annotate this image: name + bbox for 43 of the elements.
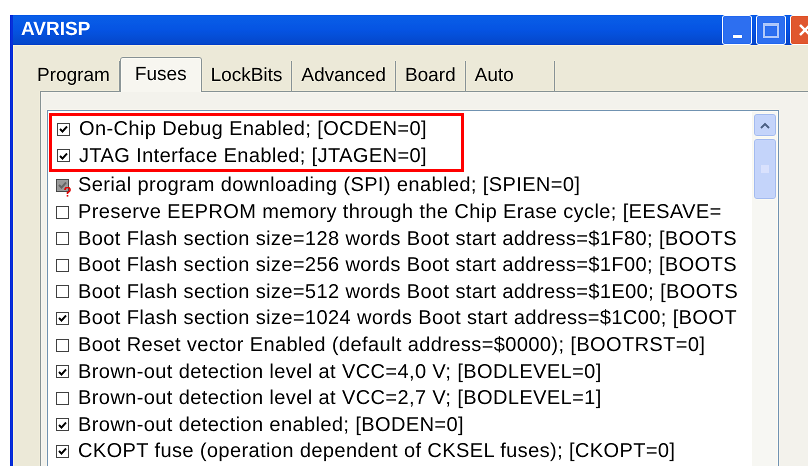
- fuse-label: Preserve EEPROM memory through the Chip Erase cycle; [EESAVE=: [78, 200, 722, 226]
- check-icon: [58, 314, 67, 322]
- checkbox[interactable]: [56, 258, 69, 272]
- checkbox[interactable]: [56, 365, 69, 378]
- checkbox[interactable]: [56, 312, 69, 325]
- grip-icon: [761, 165, 769, 173]
- scrollbar[interactable]: [752, 111, 778, 466]
- question-icon: [64, 186, 71, 197]
- fuse-label: Serial program downloading (SPI) enabled; [SPIEN=0]: [78, 173, 580, 198]
- check-icon: [58, 420, 67, 429]
- checkbox[interactable]: [57, 122, 70, 136]
- fuse-label: CKOPT fuse (operation dependent of CKSEL fuses); [CKOPT=0]: [78, 439, 676, 464]
- fuse-label: Brown-out detection level at VCC=4,0 V; [BODLEVEL=0]: [78, 360, 602, 385]
- tab[interactable]: Fuses: [120, 57, 202, 92]
- fuse-label: Brown-out detection enabled; [BODEN=0]: [78, 412, 464, 438]
- fuse-label: Boot Flash section size=128 words Boot start address=$1F80; [BOOTS: [78, 226, 737, 252]
- up-caret-icon: [760, 122, 770, 128]
- fuse-label: Boot Reset vector Enabled (default address=$0000); [BOOTRST=0]: [78, 333, 706, 358]
- checkbox[interactable]: [56, 392, 69, 405]
- check-icon: [58, 181, 67, 190]
- fuse-label: JTAG Interface Enabled; [JTAGEN=0]: [79, 144, 428, 169]
- check-icon: [58, 447, 67, 456]
- minimize-button[interactable]: [722, 15, 752, 45]
- close-icon: [798, 23, 808, 37]
- scroll-up-button[interactable]: [754, 114, 776, 136]
- checkbox[interactable]: [56, 232, 69, 246]
- check-icon: [58, 368, 67, 376]
- scroll-thumb[interactable]: [754, 139, 776, 199]
- check-icon: [59, 152, 68, 160]
- fuse-label: Boot Flash section size=1024 words Boot start address=$1C00; [BOOT: [78, 306, 737, 332]
- fuse-label: Boot Flash section size=256 words Boot start address=$1F00; [BOOTS: [78, 253, 737, 278]
- checkbox[interactable]: [57, 149, 70, 162]
- checkbox[interactable]: [56, 418, 69, 432]
- checkbox[interactable]: [56, 444, 69, 458]
- fuse-label: Brown-out detection level at VCC=2,7 V; [BODLEVEL=1]: [78, 386, 602, 412]
- fuse-label: Boot Flash section size=512 words Boot start address=$1E00; [BOOTS: [78, 280, 738, 305]
- window-title: AVRISP: [21, 18, 90, 42]
- fuse-label: On-Chip Debug Enabled; [OCDEN=0]: [79, 117, 427, 142]
- checkbox[interactable]: [56, 206, 69, 219]
- check-icon: [59, 125, 68, 134]
- checkbox[interactable]: [56, 285, 69, 298]
- checkbox[interactable]: [56, 338, 69, 352]
- maximize-button[interactable]: [756, 15, 786, 45]
